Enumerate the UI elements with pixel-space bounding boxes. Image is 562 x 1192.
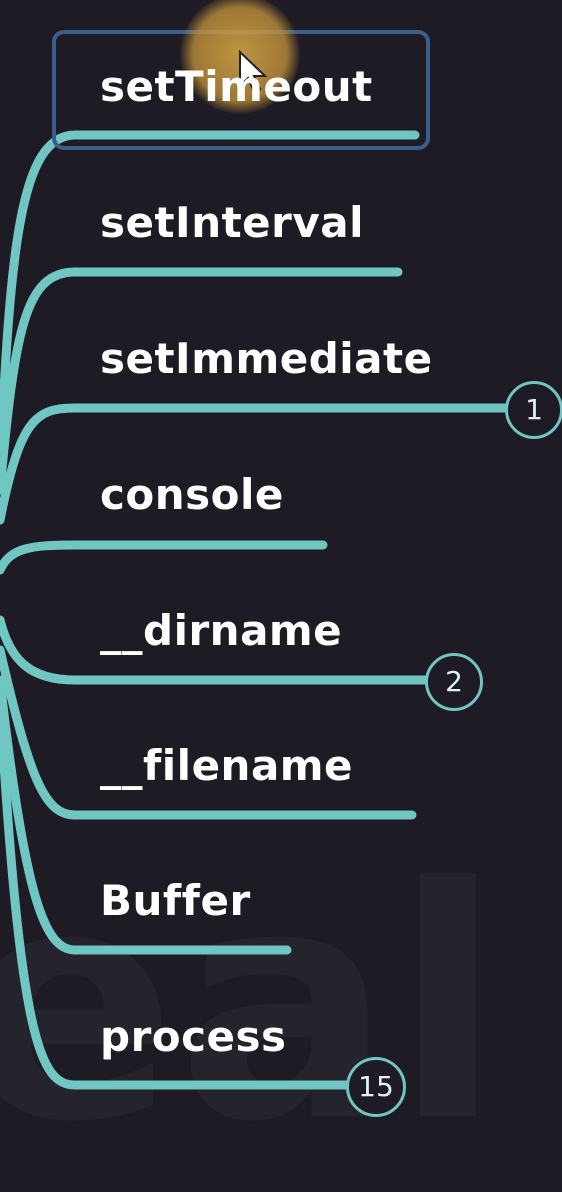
node-settimeout[interactable]: setTimeout <box>100 66 373 108</box>
collapsed-count-badge-process[interactable]: 15 <box>346 1057 406 1117</box>
branch-lines <box>0 130 510 1090</box>
node-process[interactable]: process <box>100 1016 287 1058</box>
collapsed-count-badge-setimmediate[interactable]: 1 <box>505 381 562 439</box>
node-console[interactable]: console <box>100 474 284 516</box>
node-filename[interactable]: __filename <box>100 745 353 787</box>
branch-line-console <box>0 540 328 575</box>
node-buffer[interactable]: Buffer <box>100 880 251 922</box>
collapsed-count-badge-dirname[interactable]: 2 <box>425 653 483 711</box>
mindmap-canvas: eal setTimeout setInterval setImmediate … <box>0 0 562 1146</box>
node-setimmediate[interactable]: setImmediate <box>100 338 433 380</box>
branch-line-settimeout <box>0 130 420 475</box>
branch-line-filename <box>0 645 417 820</box>
node-dirname[interactable]: __dirname <box>100 610 342 652</box>
node-setinterval[interactable]: setInterval <box>100 202 364 244</box>
